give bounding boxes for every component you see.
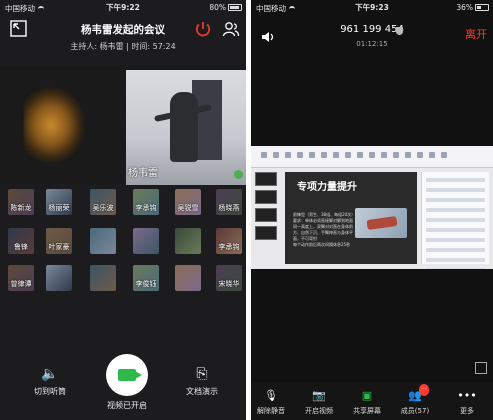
video-toggle-button[interactable] — [106, 354, 148, 396]
video-on-label: 视频已开启 — [107, 401, 147, 410]
speaker-name: 杨韦雷 — [128, 168, 158, 179]
participant-avatar[interactable]: 叶家豪 — [46, 228, 72, 254]
participant-name: 陈新龙 — [10, 204, 32, 212]
active-speaker-tile[interactable]: 杨韦雷 — [126, 70, 246, 185]
battery-percent: 80% — [209, 3, 226, 12]
start-video-button[interactable]: 📷 开启视频 — [299, 390, 339, 416]
more-icon: ••• — [457, 389, 477, 402]
participant-avatar[interactable]: 陈新龙 — [8, 189, 34, 215]
unmute-label: 解除静音 — [257, 407, 285, 415]
participant-name: 叶家豪 — [48, 243, 70, 251]
battery-percent: 36% — [456, 3, 473, 12]
participant-name: 李俊钰 — [135, 280, 157, 288]
participant-name: 吴乐波 — [92, 204, 114, 212]
switch-to-earpiece-button[interactable]: 🔈 切到听筒 — [30, 366, 70, 397]
slide-body-line: 要求：单体必须直接脚对脚到地面同一高度上，双臂对对直在身体前方、自然下沉、手臂伸… — [293, 218, 353, 241]
presentation-side-panel — [421, 172, 489, 269]
slide-thumbnails — [255, 172, 279, 264]
participant-name: 吴锐雪 — [177, 204, 199, 212]
members-button[interactable]: 👥 ··· 成员(57) — [395, 384, 435, 416]
battery-icon — [228, 4, 242, 11]
participant-avatar[interactable]: 李承钩 — [216, 228, 242, 254]
participant-avatar[interactable]: 吴锐雪 — [175, 189, 201, 215]
share-screen-icon: ▣ — [361, 389, 373, 402]
status-bar: 中国移动 下午9:22 80% — [0, 0, 246, 14]
switch-to-earpiece-label: 切到听筒 — [34, 387, 66, 396]
participant-avatar[interactable] — [46, 265, 72, 291]
participant-avatar[interactable]: 宋晓华 — [216, 265, 242, 291]
participant-avatar[interactable] — [133, 228, 159, 254]
slide-title: 专项力量提升 — [297, 182, 357, 193]
document-present-button[interactable]: ⎘ 文档演示 — [182, 366, 222, 397]
slide-body-line: 每个动作前后两次间隔休息25秒 — [293, 242, 351, 247]
participant-name: 鲁锋 — [14, 243, 28, 251]
participant-avatar[interactable] — [90, 228, 116, 254]
self-video-tile[interactable] — [24, 88, 84, 162]
participant-name: 宋晓华 — [218, 280, 240, 288]
participant-avatar[interactable] — [90, 265, 116, 291]
participant-name: 杨丽荣 — [48, 204, 70, 212]
speaker-icon: 🔈 — [41, 366, 59, 382]
participant-avatar[interactable]: 李俊钰 — [133, 265, 159, 291]
participant-name: 杨晓燕 — [218, 204, 240, 212]
secure-shield-icon — [396, 27, 403, 35]
participant-avatar[interactable]: 鲁锋 — [8, 228, 34, 254]
share-screen-button[interactable]: ▣ 共享屏幕 — [347, 390, 387, 416]
participant-avatar[interactable] — [175, 228, 201, 254]
members-badge: ··· — [419, 384, 429, 396]
mic-muted-icon: 🎙 — [264, 389, 278, 402]
bottom-toolbar: 🎙 解除静音 📷 开启视频 ▣ 共享屏幕 👥 ··· 成员(57) ••• 更多 — [251, 382, 493, 420]
presentation-ribbon — [251, 146, 493, 168]
participant-avatar[interactable]: 李承钩 — [133, 189, 159, 215]
status-bar: 中国移动 下午9:23 36% — [251, 0, 493, 14]
fullscreen-icon[interactable] — [475, 362, 487, 374]
document-icon: ⎘ — [196, 366, 208, 382]
slide-body: 前锋型（男生、38组、每组20次） 要求：单体必须直接脚对脚到地面同一高度上，双… — [293, 212, 355, 248]
slide-photo — [355, 208, 407, 238]
end-meeting-icon[interactable] — [194, 20, 212, 38]
participant-avatar[interactable]: 杨丽荣 — [46, 189, 72, 215]
more-button[interactable]: ••• 更多 — [447, 390, 487, 416]
participant-name: 李承钩 — [218, 243, 240, 251]
video-off-icon: 📷 — [312, 389, 326, 402]
shared-screen[interactable]: 专项力量提升 前锋型（男生、38组、每组20次） 要求：单体必须直接脚对脚到地面… — [251, 146, 493, 269]
meeting-timer: 01:12:15 — [356, 40, 388, 48]
host-time-line: 主持人: 杨韦雷 | 时间: 57:24 — [70, 42, 176, 51]
participant-name: 曾律谭 — [10, 280, 32, 288]
members-label: 成员(57) — [400, 407, 430, 415]
unmute-button[interactable]: 🎙 解除静音 — [251, 390, 291, 416]
speaking-indicator-icon — [234, 170, 243, 179]
document-present-label: 文档演示 — [186, 387, 218, 396]
members-icon: 👥 ··· — [408, 384, 429, 402]
battery-icon — [475, 4, 489, 11]
leave-button[interactable]: 离开 — [465, 26, 487, 42]
meeting-number: 961 199 454 — [340, 24, 404, 35]
slide-canvas: 专项力量提升 前锋型（男生、38组、每组20次） 要求：单体必须直接脚对脚到地面… — [285, 172, 417, 264]
participant-avatar[interactable]: 杨晓燕 — [216, 189, 242, 215]
more-label: 更多 — [460, 407, 474, 415]
participant-avatar[interactable]: 吴乐波 — [90, 189, 116, 215]
participant-name: 李承钩 — [135, 204, 157, 212]
meeting-screen-left: 中国移动 下午9:22 80% 杨韦雷发起的会议 主持人: 杨韦雷 | 时间: … — [0, 0, 246, 420]
participant-avatar[interactable]: 曾律谭 — [8, 265, 34, 291]
meeting-screen-right: 中国移动 下午9:23 36% 961 199 454 01:12:15 离开 … — [251, 0, 493, 420]
share-screen-label: 共享屏幕 — [353, 407, 381, 415]
participants-icon[interactable] — [222, 20, 240, 38]
start-video-label: 开启视频 — [305, 407, 333, 415]
participant-avatar[interactable] — [175, 265, 201, 291]
video-camera-icon — [118, 369, 142, 381]
